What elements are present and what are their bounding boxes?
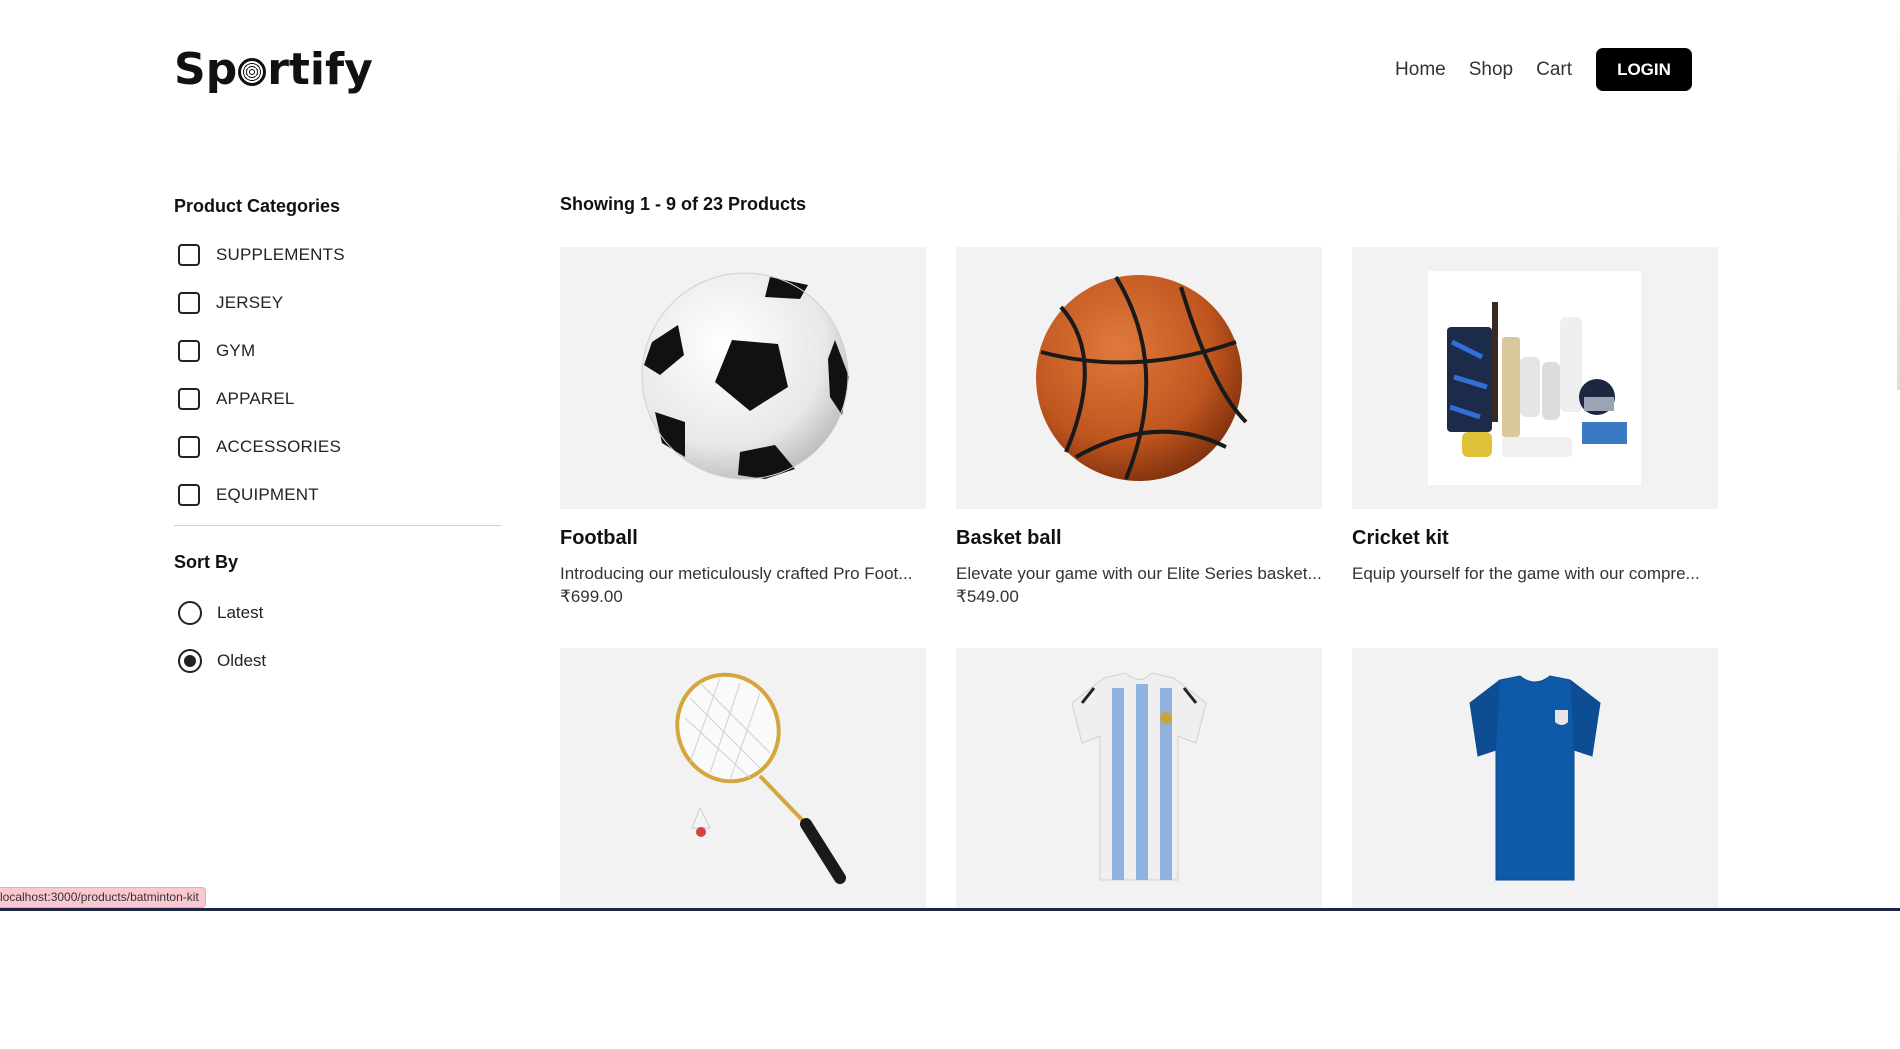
- sort-option-oldest[interactable]: Oldest: [174, 648, 501, 674]
- brand-name-prefix: Sp: [174, 44, 238, 95]
- product-image[interactable]: [560, 648, 926, 910]
- category-label: APPAREL: [216, 389, 295, 408]
- product-card[interactable]: [956, 648, 1322, 1049]
- ball-logo-icon: [238, 58, 267, 86]
- brand-logo[interactable]: Sp rtify: [174, 44, 373, 96]
- blue-tshirt-image: [1469, 675, 1601, 881]
- results-count: Showing 1 - 9 of 23 Products: [560, 194, 807, 214]
- sort-title: Sort By: [174, 552, 239, 572]
- product-image[interactable]: [1352, 247, 1718, 509]
- nav-home-link[interactable]: Home: [1395, 59, 1446, 81]
- sidebar-divider: [174, 525, 501, 526]
- category-checkbox[interactable]: [178, 292, 200, 314]
- product-card[interactable]: Basket ball Elevate your game with our E…: [956, 247, 1322, 648]
- product-listing: Showing 1 - 9 of 23 Products Football In…: [560, 194, 1718, 910]
- category-checkbox[interactable]: [178, 340, 200, 362]
- product-price: ₹549.00: [956, 587, 1019, 606]
- category-list: SUPPLEMENTS JERSEY GYM APPAREL ACCESSORI…: [174, 243, 501, 507]
- login-button[interactable]: LOGIN: [1596, 48, 1692, 91]
- category-item-accessories[interactable]: ACCESSORIES: [174, 435, 501, 459]
- category-item-jersey[interactable]: JERSEY: [174, 291, 501, 315]
- sort-radio[interactable]: [178, 601, 202, 625]
- nav-shop-link[interactable]: Shop: [1469, 59, 1513, 81]
- category-label: EQUIPMENT: [216, 485, 319, 504]
- category-item-apparel[interactable]: APPAREL: [174, 387, 501, 411]
- category-item-equipment[interactable]: EQUIPMENT: [174, 483, 501, 507]
- sort-label: Oldest: [217, 651, 267, 670]
- argentina-jersey-image: [1071, 672, 1207, 881]
- sort-option-latest[interactable]: Latest: [174, 600, 501, 626]
- product-card[interactable]: Cricket kit Equip yourself for the game …: [1352, 247, 1718, 648]
- category-label: JERSEY: [216, 293, 284, 312]
- product-card[interactable]: [560, 648, 926, 1049]
- main-nav: Home Shop Cart LOGIN: [1395, 48, 1692, 91]
- category-item-gym[interactable]: GYM: [174, 339, 501, 363]
- product-description: Introducing our meticulously crafted Pro…: [560, 564, 913, 583]
- product-card[interactable]: Football Introducing our meticulously cr…: [560, 247, 926, 648]
- product-title[interactable]: Cricket kit: [1352, 527, 1718, 553]
- nav-cart-link[interactable]: Cart: [1536, 59, 1572, 81]
- sort-label: Latest: [217, 603, 264, 622]
- category-checkbox[interactable]: [178, 388, 200, 410]
- filter-sidebar: Product Categories SUPPLEMENTS JERSEY GY…: [174, 196, 501, 696]
- product-image[interactable]: [956, 247, 1322, 509]
- product-title[interactable]: Basket ball: [956, 527, 1322, 553]
- product-description: Equip yourself for the game with our com…: [1352, 564, 1700, 583]
- product-grid: Football Introducing our meticulously cr…: [560, 247, 1718, 1049]
- cricket-kit-image: [1428, 271, 1641, 485]
- product-title[interactable]: Football: [560, 527, 926, 553]
- category-checkbox[interactable]: [178, 244, 200, 266]
- basketball-image: [1036, 275, 1248, 481]
- categories-title: Product Categories: [174, 196, 341, 216]
- badminton-racket-image: [675, 672, 846, 884]
- football-image: [641, 272, 849, 480]
- product-image[interactable]: [956, 648, 1322, 910]
- status-bar-url: localhost:3000/products/batminton-kit: [0, 887, 206, 908]
- category-label: GYM: [216, 341, 256, 360]
- category-checkbox[interactable]: [178, 484, 200, 506]
- product-image[interactable]: [560, 247, 926, 509]
- category-item-supplements[interactable]: SUPPLEMENTS: [174, 243, 501, 267]
- category-label: SUPPLEMENTS: [216, 245, 345, 264]
- category-label: ACCESSORIES: [216, 437, 342, 456]
- product-card[interactable]: [1352, 648, 1718, 1049]
- sort-radio-selected[interactable]: [178, 649, 202, 673]
- product-price: ₹699.00: [560, 587, 623, 606]
- brand-name-suffix: rtify: [267, 44, 373, 95]
- category-checkbox[interactable]: [178, 436, 200, 458]
- product-description: Elevate your game with our Elite Series …: [956, 564, 1322, 583]
- product-image[interactable]: [1352, 648, 1718, 910]
- sort-options: Latest Oldest: [174, 600, 501, 674]
